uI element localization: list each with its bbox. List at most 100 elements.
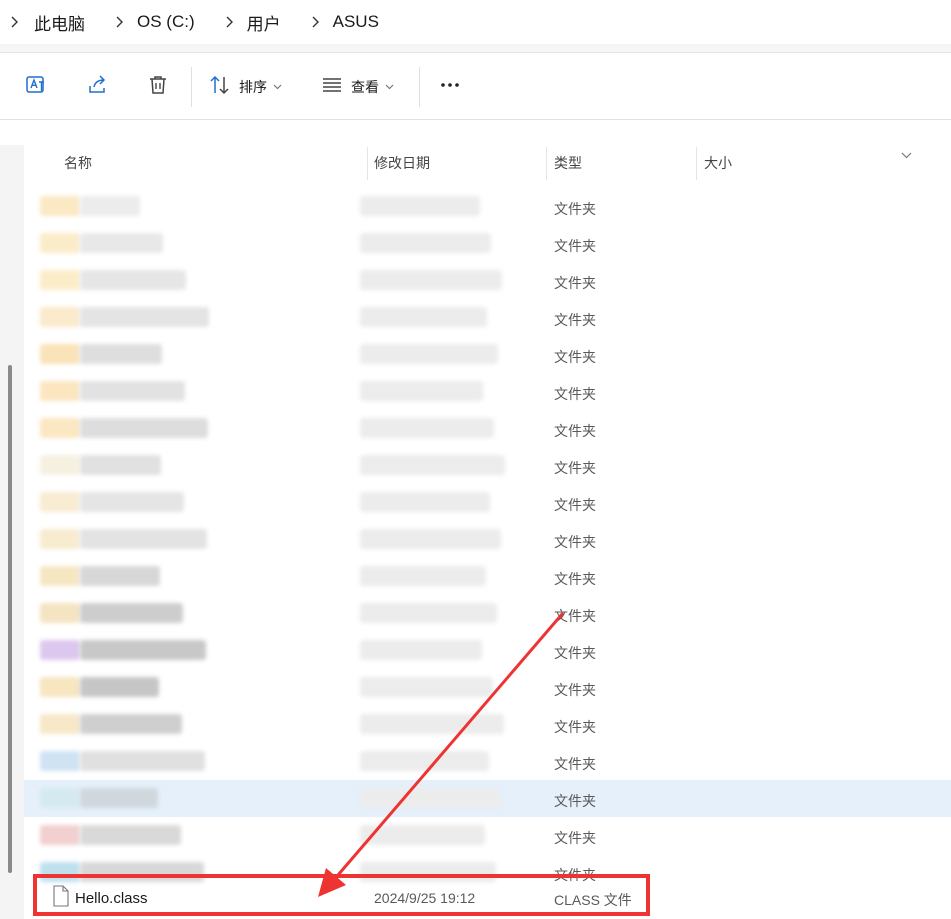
file-type: 文件夹 [554, 460, 596, 476]
translate-button[interactable] [24, 71, 48, 103]
folder-icon [40, 825, 80, 845]
translate-icon [24, 73, 48, 102]
file-modified-redacted [360, 344, 498, 364]
table-row[interactable]: 文件夹 [24, 336, 951, 373]
table-row[interactable]: 文件夹 [24, 447, 951, 484]
column-header-name[interactable]: 名称 [64, 153, 92, 173]
file-list: 名称 修改日期 类型 大小 文件夹 文件夹 文件夹 文件夹 文件夹 文件夹 文件夹 文件夹 文件… [24, 145, 951, 919]
command-bar: 排序 查看 [0, 53, 951, 120]
file-name-redacted [80, 307, 209, 327]
column-divider[interactable] [696, 147, 697, 180]
column-header-modified[interactable]: 修改日期 [374, 153, 430, 173]
view-label: 查看 [351, 79, 379, 95]
sort-label: 排序 [239, 79, 267, 95]
folder-icon [40, 751, 80, 771]
folder-icon [40, 418, 80, 438]
folder-icon [40, 492, 80, 512]
folder-icon [40, 455, 80, 475]
table-row[interactable]: 文件夹 [24, 373, 951, 410]
folder-icon [40, 566, 80, 586]
column-header-size[interactable]: 大小 [704, 153, 732, 173]
file-name-redacted [80, 418, 208, 438]
file-name-redacted [80, 825, 181, 845]
file-type: 文件夹 [554, 534, 596, 550]
view-button[interactable]: 查看 [321, 71, 394, 103]
file-type: 文件夹 [554, 793, 596, 809]
file-modified-redacted [360, 677, 493, 697]
file-type: 文件夹 [554, 719, 596, 735]
more-options-button[interactable] [438, 71, 462, 103]
file-type: 文件夹 [554, 497, 596, 513]
breadcrumb-item-this-pc[interactable]: 此电脑 [28, 10, 105, 35]
breadcrumb-item-drive[interactable]: OS (C:) [133, 12, 215, 32]
file-modified-redacted [360, 751, 489, 771]
column-header-type[interactable]: 类型 [554, 153, 582, 173]
file-modified-redacted [360, 492, 490, 512]
file-name-redacted [80, 566, 160, 586]
table-row[interactable]: 文件夹 [24, 262, 951, 299]
table-row[interactable]: 文件夹 [24, 558, 951, 595]
file-name-redacted [80, 640, 206, 660]
file-name-redacted [80, 751, 205, 771]
chevron-down-icon [273, 82, 282, 93]
chevron-right-icon[interactable] [0, 16, 28, 28]
table-row[interactable]: 文件夹 [24, 299, 951, 336]
breadcrumb-item-users[interactable]: 用户 [243, 10, 301, 35]
sort-button[interactable]: 排序 [209, 71, 282, 103]
table-row[interactable]: 文件夹 [24, 743, 951, 780]
folder-icon [40, 788, 80, 808]
file-modified-redacted [360, 381, 483, 401]
file-name-redacted [80, 788, 158, 808]
file-name-redacted [80, 270, 186, 290]
table-row[interactable]: 文件夹 [24, 521, 951, 558]
table-row[interactable]: 文件夹 [24, 780, 951, 817]
table-row[interactable]: 文件夹 [24, 595, 951, 632]
folder-icon [40, 270, 80, 290]
column-divider[interactable] [367, 147, 368, 180]
file-name-redacted [80, 492, 184, 512]
file-name-redacted [80, 233, 163, 253]
breadcrumb-item-asus[interactable]: ASUS [329, 12, 399, 32]
file-modified-redacted [360, 566, 486, 586]
folder-icon [40, 714, 80, 734]
vertical-scrollbar[interactable] [8, 365, 12, 873]
file-name-redacted [80, 344, 162, 364]
table-row[interactable]: 文件夹 [24, 225, 951, 262]
file-name-redacted [80, 603, 183, 623]
table-row[interactable]: 文件夹 [24, 632, 951, 669]
file-name-redacted [80, 529, 207, 549]
file-name-redacted [80, 196, 140, 216]
file-type: 文件夹 [554, 682, 596, 698]
folder-icon [40, 677, 80, 697]
delete-button[interactable] [146, 71, 170, 103]
share-icon [86, 73, 110, 102]
folder-icon [40, 344, 80, 364]
navigation-pane-edge [0, 145, 25, 919]
table-row[interactable]: 文件夹 [24, 817, 951, 854]
column-divider[interactable] [546, 147, 547, 180]
table-row[interactable]: 文件夹 [24, 484, 951, 521]
file-type: 文件夹 [554, 349, 596, 365]
table-row[interactable]: 文件夹 [24, 188, 951, 225]
file-type: 文件夹 [554, 830, 596, 846]
chevron-right-icon[interactable] [215, 16, 243, 28]
share-button[interactable] [86, 71, 110, 103]
folder-icon [40, 603, 80, 623]
toolbar-divider [191, 67, 192, 107]
file-modified-redacted [360, 233, 491, 253]
file-modified-redacted [360, 455, 505, 475]
table-row[interactable]: 文件夹 [24, 410, 951, 447]
folder-icon [40, 233, 80, 253]
folder-icon [40, 196, 80, 216]
file-name-redacted [80, 381, 185, 401]
file-modified-redacted [360, 529, 501, 549]
file-modified-redacted [360, 270, 502, 290]
table-row[interactable]: 文件夹 [24, 706, 951, 743]
chevron-right-icon[interactable] [301, 16, 329, 28]
file-modified-redacted [360, 788, 500, 808]
chevron-right-icon[interactable] [105, 16, 133, 28]
trash-icon [146, 73, 170, 102]
address-bar-divider [0, 44, 951, 53]
table-row[interactable]: 文件夹 [24, 669, 951, 706]
column-header-row: 名称 修改日期 类型 大小 [24, 145, 951, 180]
